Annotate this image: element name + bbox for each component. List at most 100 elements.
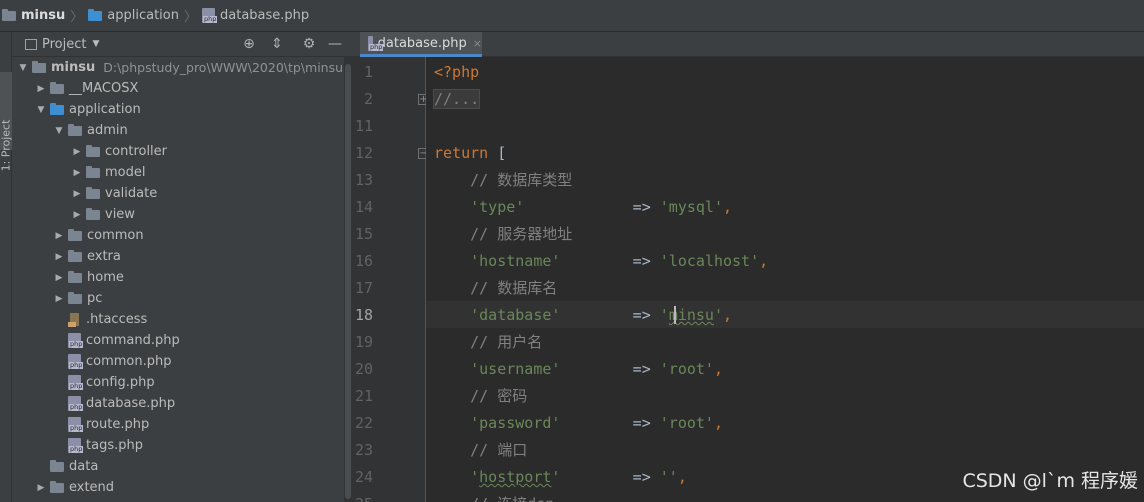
breadcrumb-item[interactable]: database.php	[202, 8, 309, 23]
code-token: '	[434, 468, 480, 486]
tree-item-common[interactable]: ▶ common	[52, 225, 144, 246]
code-token: 'root'	[659, 360, 714, 378]
code-token: ''	[659, 468, 678, 486]
collapsed-arrow-icon[interactable]: ▶	[52, 273, 66, 283]
code-token: ,	[723, 198, 733, 216]
breadcrumb-label: application	[107, 8, 179, 23]
code-token: 'password'	[434, 414, 561, 432]
tree-item-data[interactable]: ▶data	[34, 456, 98, 477]
code-token: ,	[713, 360, 723, 378]
code-token: //...	[432, 89, 481, 109]
line-number: 11	[354, 117, 373, 135]
code-token: '	[713, 306, 723, 324]
tree-item-application[interactable]: ▼ application	[34, 99, 141, 120]
code-token: 'type'	[434, 198, 525, 216]
expanded-arrow-icon[interactable]: ▼	[16, 63, 30, 73]
tree-item-label: __MACOSX	[69, 81, 139, 96]
tree-item-controller[interactable]: ▶ controller	[70, 141, 168, 162]
tree-item-label: minsu	[51, 60, 96, 75]
tree-item-config-php[interactable]: ▶config.php	[52, 372, 155, 393]
code-token: return	[434, 144, 489, 162]
project-tree: ▼ minsu D:\phpstudy_pro\WWW\2020\tp\minsu ▶…	[12, 57, 344, 502]
tree-item-view[interactable]: ▶ view	[70, 204, 135, 225]
expanded-arrow-icon[interactable]: ▼	[52, 126, 66, 136]
code-token: '	[659, 306, 669, 324]
tree-item-macosx[interactable]: ▶ __MACOSX	[34, 78, 139, 99]
tree-item-model[interactable]: ▶ model	[70, 162, 146, 183]
project-view-selector[interactable]: Project	[42, 37, 86, 52]
tree-item-admin[interactable]: ▼ admin	[52, 120, 128, 141]
chevron-right-icon: 〉	[183, 10, 197, 25]
folder-icon	[50, 480, 64, 493]
code-editor[interactable]: <?php //... return [ // 数据库类型 'type' => 'm…	[426, 57, 1144, 502]
tree-item-minsu[interactable]: ▼ minsu D:\phpstudy_pro\WWW\2020\tp\minsu	[16, 57, 344, 78]
breadcrumb-item[interactable]: application	[88, 8, 179, 23]
collapsed-arrow-icon[interactable]: ▶	[52, 252, 66, 262]
locate-icon[interactable]: ⊕	[241, 36, 257, 52]
line-number: 1	[363, 63, 373, 81]
collapse-icon[interactable]: ⇕	[269, 36, 285, 52]
collapsed-arrow-icon[interactable]: ▶	[70, 168, 84, 178]
tree-item-route-php[interactable]: ▶route.php	[52, 414, 149, 435]
line-number: 13	[354, 171, 373, 189]
code-token: // 数据库名	[434, 279, 558, 297]
tree-scrollbar[interactable]	[344, 57, 352, 502]
chevron-down-icon[interactable]: ▼	[92, 39, 99, 49]
tree-item-validate[interactable]: ▶ validate	[70, 183, 158, 204]
php-file-icon	[202, 8, 218, 23]
tree-item-command-php[interactable]: ▶command.php	[52, 330, 180, 351]
collapsed-arrow-icon[interactable]: ▶	[70, 147, 84, 157]
line-number: 23	[354, 441, 373, 459]
code-token: [	[488, 144, 507, 162]
collapsed-arrow-icon[interactable]: ▶	[52, 231, 66, 241]
folder-icon	[86, 207, 100, 220]
tree-item-label: database.php	[86, 396, 176, 411]
code-token: hostport	[479, 468, 552, 486]
collapsed-arrow-icon[interactable]: ▶	[34, 483, 48, 493]
folder-icon	[68, 249, 82, 262]
code-line: // 端口	[434, 437, 527, 464]
breadcrumb-item[interactable]: minsu	[2, 8, 65, 23]
folder-icon	[68, 291, 82, 304]
collapsed-arrow-icon[interactable]: ▶	[70, 210, 84, 220]
gear-icon[interactable]: ⚙	[301, 36, 317, 52]
tree-item-common-php[interactable]: ▶common.php	[52, 351, 172, 372]
tree-item-label: .htaccess	[86, 312, 148, 327]
code-line: 'database' => 'minsu',	[434, 302, 732, 329]
code-line: // 数据库类型	[434, 167, 572, 194]
collapsed-arrow-icon[interactable]: ▶	[70, 189, 84, 199]
code-token: =>	[524, 198, 660, 216]
breadcrumb-label: minsu	[21, 8, 66, 23]
scrollbar-thumb[interactable]	[345, 64, 351, 499]
hide-icon[interactable]: —	[327, 36, 343, 52]
source-folder-icon	[50, 102, 64, 115]
tree-item-htaccess[interactable]: ▶.htaccess	[52, 309, 147, 330]
tree-item-label: pc	[87, 291, 103, 306]
expanded-arrow-icon[interactable]: ▼	[34, 105, 48, 115]
tree-item-extra[interactable]: ▶ extra	[52, 246, 121, 267]
tree-item-label: validate	[105, 186, 158, 201]
php-file-icon	[68, 417, 84, 432]
code-token: ,	[677, 468, 687, 486]
line-number: 21	[354, 387, 373, 405]
tree-item-label: home	[87, 270, 124, 285]
tab-database-php[interactable]: database.php ×	[360, 32, 482, 57]
collapsed-arrow-icon[interactable]: ▶	[34, 84, 48, 94]
line-number: 18	[354, 306, 373, 324]
collapsed-arrow-icon[interactable]: ▶	[52, 294, 66, 304]
folder-icon	[32, 60, 46, 73]
line-number: 12	[354, 144, 373, 162]
project-view-icon	[25, 38, 37, 50]
tree-item-tags-php[interactable]: ▶tags.php	[52, 435, 143, 456]
project-tool-button[interactable]: 1: Project	[0, 72, 13, 171]
tree-item-database-php[interactable]: ▶database.php	[52, 393, 175, 414]
code-token: <?php	[434, 63, 480, 81]
tree-item-pc[interactable]: ▶ pc	[52, 288, 103, 309]
code-token: 'root'	[659, 414, 714, 432]
tree-item-extend[interactable]: ▶ extend	[34, 477, 115, 498]
code-line: 'password' => 'root',	[434, 410, 723, 437]
line-number: 14	[354, 198, 373, 216]
close-icon[interactable]: ×	[473, 37, 482, 50]
code-token: =>	[560, 360, 660, 378]
tree-item-home[interactable]: ▶ home	[52, 267, 124, 288]
